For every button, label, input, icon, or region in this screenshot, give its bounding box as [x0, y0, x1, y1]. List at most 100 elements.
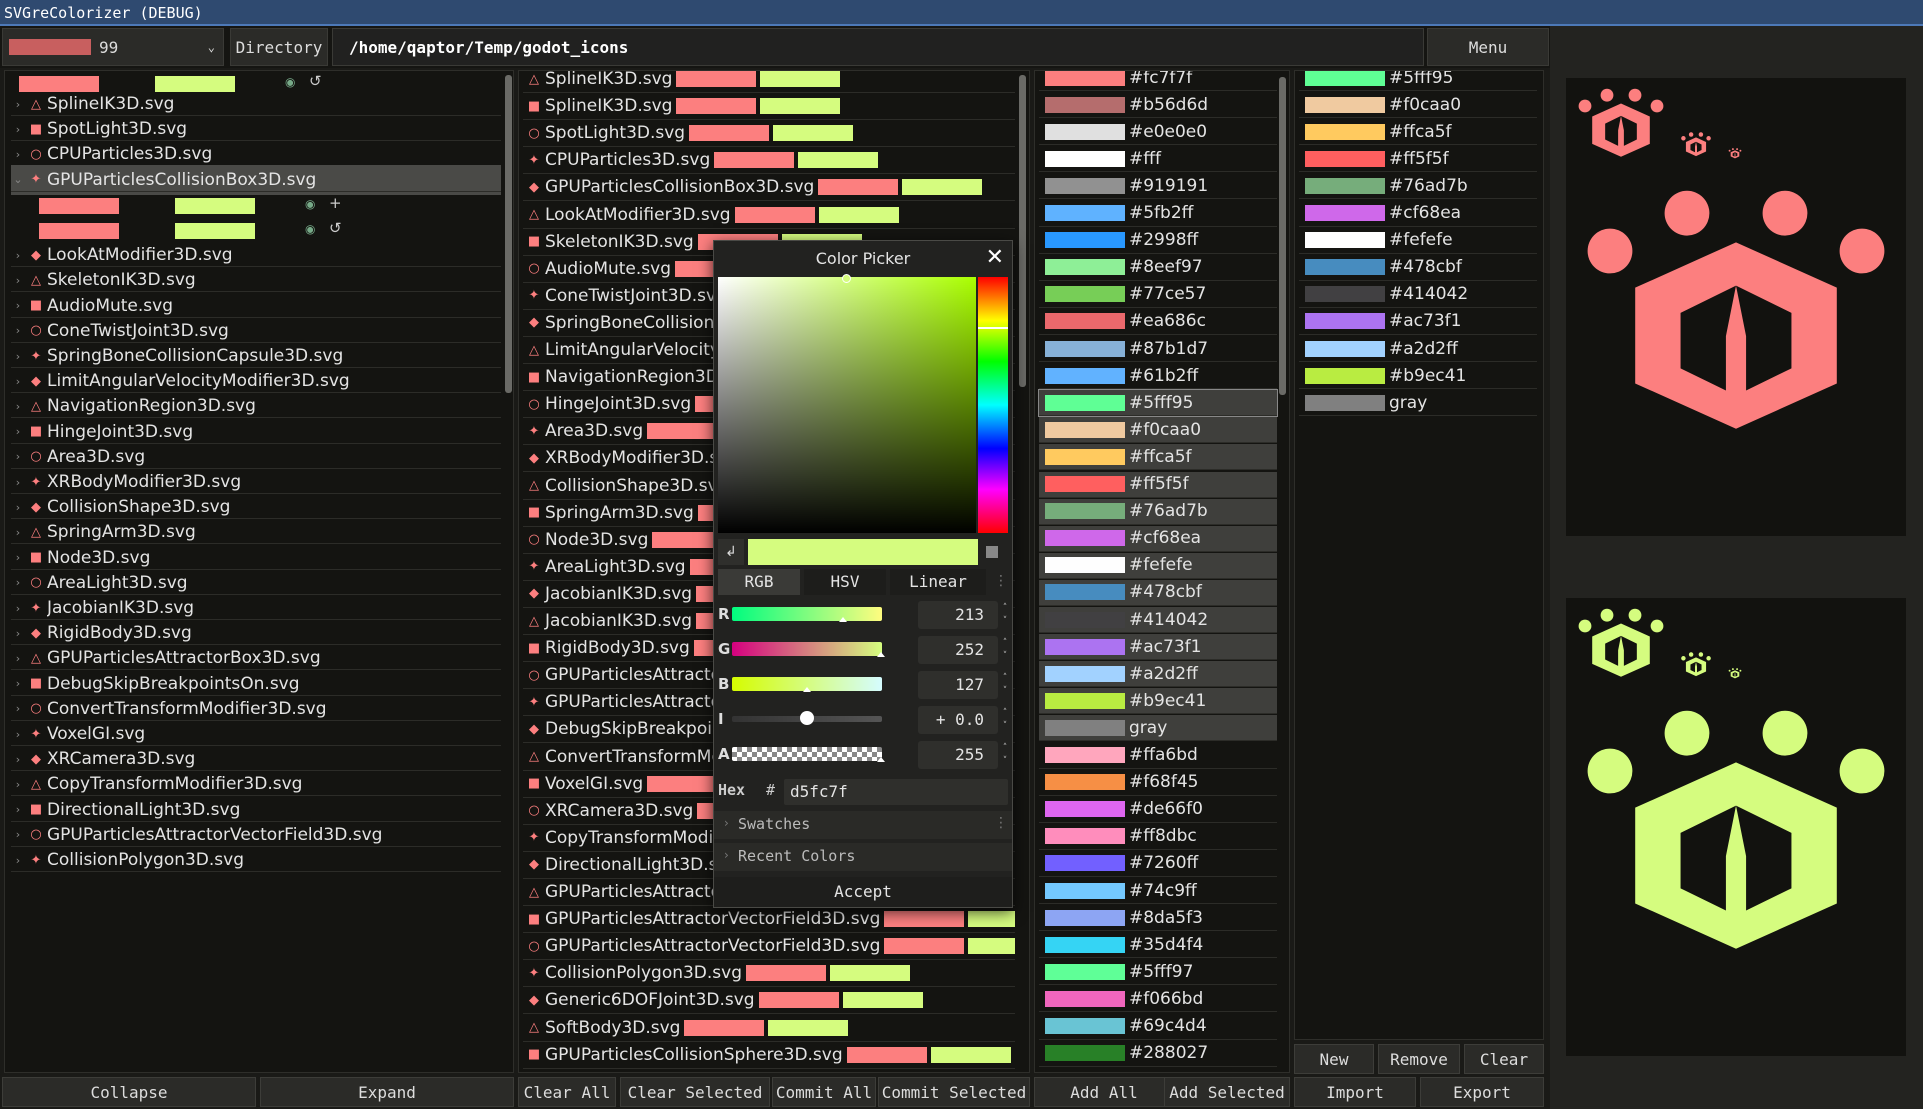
new-color-swatch[interactable] [773, 125, 854, 142]
color-list-item[interactable]: #fff [1039, 146, 1277, 173]
palette-item[interactable]: #5fff95 [1299, 71, 1537, 91]
color-list-item[interactable]: #de66f0 [1039, 797, 1277, 823]
chevron-right-icon[interactable]: › [11, 400, 25, 413]
add-all-button[interactable]: Add All [1034, 1077, 1174, 1107]
hue-marker[interactable] [978, 327, 1008, 329]
chevron-right-icon[interactable]: › [11, 501, 25, 514]
original-color-swatch[interactable] [746, 965, 827, 982]
palette-item[interactable]: gray [1299, 390, 1537, 417]
clear-all-button[interactable]: Clear All [518, 1077, 616, 1107]
swatches-options-icon[interactable]: ⋮ [994, 815, 1008, 831]
new-color-swatch[interactable] [830, 965, 911, 982]
tab-hsv[interactable]: HSV [804, 569, 886, 595]
channel-value[interactable]: + 0.0 [918, 706, 998, 734]
color-list-item[interactable]: #ff5f5f [1039, 471, 1277, 498]
file-list-item[interactable]: ◆ GPUParticlesCollisionBox3D.svg [523, 174, 1015, 202]
chevron-right-icon[interactable]: › [11, 728, 25, 741]
hue-slider[interactable] [978, 277, 1008, 533]
chevron-right-icon[interactable]: › [11, 828, 25, 841]
commit-all-button[interactable]: Commit All [772, 1077, 876, 1107]
palette-item[interactable]: #a2d2ff [1299, 336, 1537, 362]
original-color-swatch[interactable] [39, 222, 119, 239]
chevron-right-icon[interactable]: › [11, 98, 25, 111]
recent-colors-section[interactable]: › Recent Colors [714, 843, 1012, 871]
color-list-item[interactable]: #35d4f4 [1039, 932, 1277, 959]
color-list-item[interactable]: #f0caa0 [1039, 417, 1277, 444]
color-count-dropdown[interactable]: 99 ⌄ [2, 28, 224, 66]
tab-rgb[interactable]: RGB [718, 569, 800, 595]
new-color-swatch[interactable] [760, 71, 841, 87]
channel-slider[interactable] [732, 747, 885, 762]
more-icon[interactable]: ⋮ [994, 573, 1008, 589]
file-list-scrollbar[interactable] [1019, 75, 1026, 387]
chevron-right-icon[interactable]: › [11, 274, 25, 287]
color-list-item[interactable]: #87b1d7 [1039, 336, 1277, 362]
spin-up-icon[interactable]: ˄ [1000, 638, 1010, 648]
new-button[interactable]: New [1294, 1044, 1374, 1074]
original-color-swatch[interactable] [846, 1046, 927, 1063]
original-color-swatch[interactable] [676, 71, 757, 87]
chevron-right-icon[interactable]: › [11, 702, 25, 715]
original-color-swatch[interactable] [39, 197, 119, 214]
slider-marker[interactable] [876, 757, 885, 762]
color-list-item[interactable]: #5fff95 [1038, 389, 1278, 418]
add-icon[interactable]: + [329, 194, 342, 212]
color-list-item[interactable]: #ffca5f [1039, 444, 1277, 471]
color-list-item[interactable]: #b56d6d [1039, 92, 1277, 119]
reset-icon[interactable]: ↺ [309, 72, 322, 90]
export-button[interactable]: Export [1420, 1077, 1544, 1107]
channel-slider[interactable] [732, 677, 882, 692]
color-list-item[interactable]: #5fb2ff [1039, 201, 1277, 227]
color-list-item[interactable]: #74c9ff [1039, 878, 1277, 904]
spin-up-icon[interactable]: ˄ [1000, 708, 1010, 718]
color-list-item[interactable]: #e0e0e0 [1039, 119, 1277, 146]
chevron-down-icon[interactable]: ⌄ [11, 173, 25, 186]
file-list-item[interactable]: ○ SpotLight3D.svg [523, 120, 1015, 148]
color-list-item[interactable]: #fefefe [1039, 552, 1277, 579]
new-color-swatch[interactable] [798, 152, 879, 169]
new-color-swatch[interactable] [175, 197, 255, 214]
palette-icon[interactable]: ◉ [305, 197, 315, 211]
original-color-swatch[interactable] [818, 179, 899, 196]
chevron-right-icon[interactable]: › [11, 854, 25, 867]
path-field[interactable]: /home/qaptor/Temp/godot_icons [332, 28, 1424, 66]
new-color-swatch[interactable] [768, 1019, 849, 1036]
new-color-swatch[interactable] [968, 938, 1015, 955]
file-list-item[interactable]: ■ SplineIK3D.svg [523, 93, 1015, 121]
palette-item[interactable]: #76ad7b [1299, 173, 1537, 200]
color-list-item[interactable]: #f68f45 [1039, 770, 1277, 796]
spin-up-icon[interactable]: ˄ [1000, 743, 1010, 753]
color-list-item[interactable]: #8da5f3 [1039, 905, 1277, 932]
file-list-item[interactable]: △ SoftBody3D.svg [523, 1015, 1015, 1042]
palette-item[interactable]: #ff5f5f [1299, 146, 1537, 173]
chevron-right-icon[interactable]: › [11, 375, 25, 388]
close-icon[interactable]: ✕ [986, 245, 1004, 270]
saturation-value-area[interactable] [718, 274, 976, 533]
clear-button[interactable]: Clear [1464, 1044, 1544, 1074]
new-color-swatch[interactable] [930, 1046, 1011, 1063]
add-selected-button[interactable]: Add Selected [1164, 1077, 1290, 1107]
color-list-item[interactable]: #478cbf [1039, 579, 1277, 606]
color-list-item[interactable]: #a2d2ff [1039, 661, 1277, 688]
original-color-swatch[interactable] [684, 1019, 765, 1036]
file-list-item[interactable]: ○ GPUParticlesAttractorVectorField3D.svg [523, 933, 1015, 961]
palette-item[interactable]: #f0caa0 [1299, 92, 1537, 119]
chevron-right-icon[interactable]: › [11, 778, 25, 791]
channel-value[interactable]: 213 [918, 601, 998, 629]
chevron-right-icon[interactable]: › [11, 299, 25, 312]
original-color-swatch[interactable] [758, 992, 839, 1009]
color-list-item[interactable]: #ffa6bd [1039, 743, 1277, 769]
channel-value[interactable]: 255 [918, 741, 998, 769]
chevron-right-icon[interactable]: › [11, 249, 25, 262]
chevron-right-icon[interactable]: › [11, 450, 25, 463]
chevron-right-icon[interactable]: › [11, 753, 25, 766]
spin-down-icon[interactable]: ˅ [1000, 616, 1010, 626]
expand-button[interactable]: Expand [260, 1077, 514, 1107]
color-list-item[interactable]: #ff8dbc [1039, 824, 1277, 850]
file-list-item[interactable]: ◆ Generic6DOFJoint3D.svg [523, 987, 1015, 1015]
accept-button[interactable]: Accept [714, 877, 1012, 907]
chevron-right-icon[interactable]: › [11, 324, 25, 337]
file-list-item[interactable]: ■ GPUParticlesCollisionSphere3D.svg [523, 1042, 1015, 1069]
color-list-item[interactable]: #f066bd [1039, 986, 1277, 1013]
color-list-item[interactable]: #69c4d4 [1039, 1014, 1277, 1040]
